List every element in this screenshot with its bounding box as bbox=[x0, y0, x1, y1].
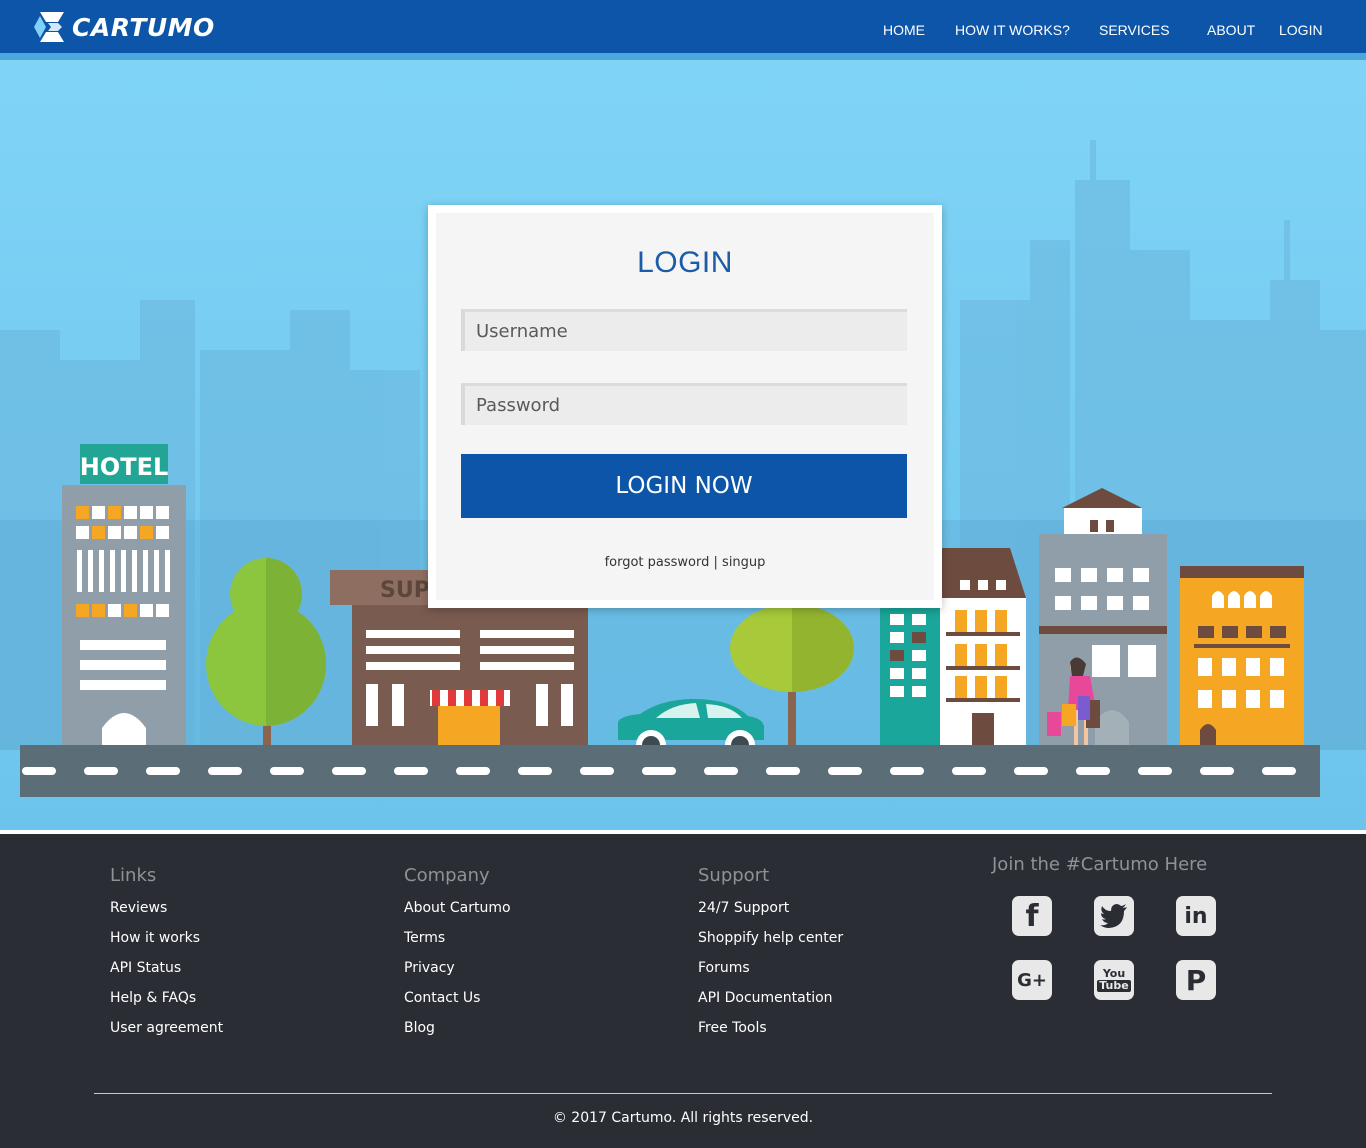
road-dash bbox=[828, 767, 862, 775]
store-sign-text: SUP bbox=[380, 578, 430, 603]
link-separator: | bbox=[713, 555, 718, 570]
footer-divider bbox=[94, 1093, 1272, 1094]
brand-logo[interactable]: CARTUMO bbox=[32, 10, 215, 44]
footer-link-reviews[interactable]: Reviews bbox=[110, 900, 167, 916]
road bbox=[20, 745, 1320, 797]
password-input[interactable] bbox=[461, 383, 907, 425]
road-dash bbox=[208, 767, 242, 775]
footer-link-api-docs[interactable]: API Documentation bbox=[698, 990, 833, 1006]
road-dash bbox=[22, 767, 56, 775]
cartumo-logo-icon bbox=[34, 12, 64, 42]
login-panel: LOGIN LOGIN NOW forgot password | singup bbox=[436, 213, 934, 600]
site-footer: Links Reviews How it works API Status He… bbox=[0, 834, 1366, 1148]
nav-home[interactable]: HOME bbox=[883, 22, 925, 38]
footer-company-title: Company bbox=[404, 865, 490, 886]
road-dash bbox=[642, 767, 676, 775]
navbar-accent-stripe bbox=[0, 53, 1366, 60]
footer-link-contact[interactable]: Contact Us bbox=[404, 990, 480, 1006]
youtube-icon[interactable]: You Tube bbox=[1094, 960, 1134, 1000]
login-now-button[interactable]: LOGIN NOW bbox=[461, 454, 907, 518]
top-navbar: CARTUMO HOME HOW IT WORKS? SERVICES ABOU… bbox=[0, 0, 1366, 53]
store-awning bbox=[430, 690, 510, 706]
linkedin-icon[interactable]: in bbox=[1176, 896, 1216, 936]
road-dash bbox=[890, 767, 924, 775]
nav-services[interactable]: SERVICES bbox=[1099, 22, 1170, 38]
hotel-sign-text: HOTEL bbox=[80, 453, 169, 481]
nav-login[interactable]: LOGIN bbox=[1279, 22, 1323, 38]
footer-link-support[interactable]: 24/7 Support bbox=[698, 900, 789, 916]
footer-links-title: Links bbox=[110, 865, 157, 886]
footer-link-terms[interactable]: Terms bbox=[404, 930, 445, 946]
footer-link-about[interactable]: About Cartumo bbox=[404, 900, 511, 916]
road-dash bbox=[332, 767, 366, 775]
footer-link-help-faqs[interactable]: Help & FAQs bbox=[110, 990, 196, 1006]
social-title: Join the #Cartumo Here bbox=[992, 854, 1208, 875]
signup-link[interactable]: singup bbox=[722, 555, 765, 570]
orange-building bbox=[1180, 566, 1304, 747]
brand-name: CARTUMO bbox=[72, 12, 215, 42]
white-building bbox=[940, 548, 1026, 747]
login-title: LOGIN bbox=[637, 246, 733, 279]
road-dash bbox=[394, 767, 428, 775]
road-dash bbox=[270, 767, 304, 775]
road-dash bbox=[518, 767, 552, 775]
footer-link-help-center[interactable]: Shoppify help center bbox=[698, 930, 843, 946]
footer-link-how-it-works[interactable]: How it works bbox=[110, 930, 200, 946]
google-plus-icon[interactable]: G+ bbox=[1012, 960, 1052, 1000]
twitter-icon[interactable] bbox=[1094, 896, 1134, 936]
road-dash bbox=[704, 767, 738, 775]
footer-link-user-agreement[interactable]: User agreement bbox=[110, 1020, 223, 1036]
login-card: LOGIN LOGIN NOW forgot password | singup bbox=[428, 205, 942, 608]
road-dash bbox=[1200, 767, 1234, 775]
footer-link-free-tools[interactable]: Free Tools bbox=[698, 1020, 767, 1036]
road-dash bbox=[84, 767, 118, 775]
road-dash bbox=[952, 767, 986, 775]
facebook-icon[interactable]: f bbox=[1012, 896, 1052, 936]
footer-link-api-status[interactable]: API Status bbox=[110, 960, 181, 976]
road-dash bbox=[1262, 767, 1296, 775]
road-dash bbox=[456, 767, 490, 775]
pinterest-icon[interactable]: P bbox=[1176, 960, 1216, 1000]
footer-support-title: Support bbox=[698, 865, 770, 886]
road-dash bbox=[1076, 767, 1110, 775]
login-helper-links: forgot password | singup bbox=[436, 555, 934, 570]
footer-link-privacy[interactable]: Privacy bbox=[404, 960, 455, 976]
road-dash bbox=[580, 767, 614, 775]
road-dash bbox=[146, 767, 180, 775]
footer-link-forums[interactable]: Forums bbox=[698, 960, 750, 976]
copyright-text: © 2017 Cartumo. All rights reserved. bbox=[552, 1110, 814, 1126]
username-input[interactable] bbox=[461, 309, 907, 351]
road-dash bbox=[1138, 767, 1172, 775]
hotel-building: HOTEL bbox=[62, 444, 186, 747]
forgot-password-link[interactable]: forgot password bbox=[605, 555, 710, 570]
nav-about[interactable]: ABOUT bbox=[1207, 22, 1255, 38]
teal-building bbox=[880, 608, 940, 747]
nav-how-it-works[interactable]: HOW IT WORKS? bbox=[955, 22, 1070, 38]
road-dash bbox=[1014, 767, 1048, 775]
footer-link-blog[interactable]: Blog bbox=[404, 1020, 435, 1036]
road-dash bbox=[766, 767, 800, 775]
